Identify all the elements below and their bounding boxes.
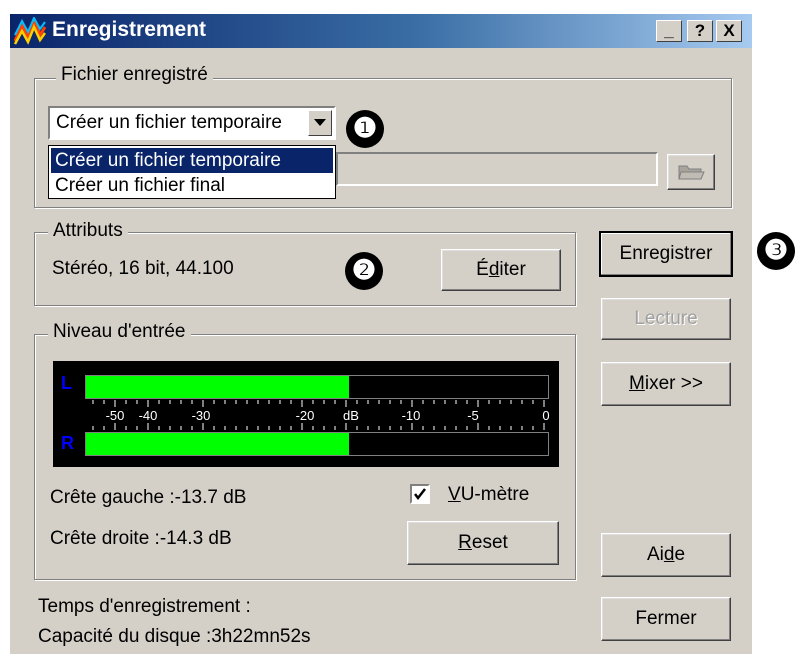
record-time-readout: Temps d'enregistrement : bbox=[38, 596, 251, 617]
right-channel-label: R bbox=[61, 433, 74, 453]
help-button[interactable]: ? bbox=[687, 20, 713, 42]
disk-capacity-readout: Capacité du disque :3h22mn52s bbox=[38, 626, 311, 647]
list-option-temporary[interactable]: Créer un fichier temporaire bbox=[51, 148, 333, 173]
reset-label-mnemonic: R bbox=[458, 532, 472, 553]
reset-button[interactable]: Reset bbox=[407, 521, 559, 565]
file-path-field[interactable] bbox=[336, 152, 658, 186]
right-level-fill bbox=[86, 433, 350, 455]
list-option-final[interactable]: Créer un fichier final bbox=[51, 173, 333, 198]
help-dialog-button[interactable]: Aide bbox=[601, 533, 731, 577]
file-mode-dropdown-list: Créer un fichier temporaire Créer un fic… bbox=[48, 145, 336, 199]
marker-3: ❸ bbox=[757, 232, 795, 270]
vu-label-post: U-mètre bbox=[460, 484, 530, 505]
record-button[interactable]: Enregistrer bbox=[599, 231, 733, 277]
marker-2: ❷ bbox=[345, 252, 383, 290]
file-mode-combobox[interactable]: Créer un fichier temporaire bbox=[48, 106, 336, 140]
scale-label: -50 bbox=[105, 408, 125, 423]
vu-meter: L R -50 -40 -30 -20 dB -10 -5 0 bbox=[53, 361, 559, 467]
file-group-label: Fichier enregistré bbox=[56, 64, 213, 86]
scale-label: -10 bbox=[401, 408, 421, 423]
help-label-pre: Ai bbox=[646, 544, 664, 565]
right-level-bar bbox=[85, 432, 549, 456]
folder-icon bbox=[678, 165, 705, 180]
reset-label-post: eset bbox=[471, 532, 508, 553]
edit-button[interactable]: Éditer bbox=[441, 249, 561, 291]
edit-label-mnemonic: d bbox=[488, 259, 500, 280]
scale-label: -5 bbox=[467, 408, 479, 423]
edit-label-pre: É bbox=[476, 259, 489, 280]
browse-button[interactable] bbox=[667, 154, 715, 190]
mixer-button[interactable]: Mixer >> bbox=[601, 362, 731, 406]
attributes-group-label: Attributs bbox=[48, 220, 128, 242]
scale-label: -20 bbox=[295, 408, 315, 423]
peak-left-readout: Crête gauche :-13.7 dB bbox=[50, 487, 247, 508]
play-button[interactable]: Lecture bbox=[601, 298, 731, 340]
edit-label-post: iter bbox=[499, 259, 526, 280]
combo-value: Créer un fichier temporaire bbox=[56, 112, 282, 133]
close-dialog-button[interactable]: Fermer bbox=[601, 597, 731, 641]
title-bar[interactable]: Enregistrement _ ? X bbox=[10, 14, 752, 48]
help-label-mnemonic: d bbox=[663, 544, 675, 565]
marker-1: ❶ bbox=[346, 110, 384, 148]
close-button[interactable]: X bbox=[716, 20, 742, 42]
mixer-label-mnemonic: M bbox=[629, 373, 645, 394]
attributes-value: Stéréo, 16 bit, 44.100 bbox=[52, 258, 234, 279]
app-waveform-icon bbox=[14, 17, 46, 45]
dropdown-arrow-button[interactable] bbox=[308, 110, 332, 136]
mixer-label-post: ixer >> bbox=[644, 373, 703, 394]
checkmark-icon bbox=[414, 488, 426, 501]
scale-label: -40 bbox=[138, 408, 158, 423]
window-title: Enregistrement bbox=[52, 18, 207, 41]
input-level-group-label: Niveau d'entrée bbox=[48, 321, 191, 343]
scale-label: 0 bbox=[542, 408, 550, 423]
minimize-button[interactable]: _ bbox=[656, 20, 682, 42]
peak-right-readout: Crête droite :-14.3 dB bbox=[50, 528, 232, 549]
chevron-down-icon bbox=[314, 119, 326, 126]
help-label-post: e bbox=[674, 544, 686, 565]
scale-label: dB bbox=[343, 408, 359, 423]
vu-meter-label[interactable]: VU-mètre bbox=[448, 484, 529, 506]
vu-meter-checkbox[interactable] bbox=[410, 484, 430, 504]
vu-label-mnemonic: V bbox=[448, 484, 461, 505]
scale-label: -30 bbox=[191, 408, 211, 423]
